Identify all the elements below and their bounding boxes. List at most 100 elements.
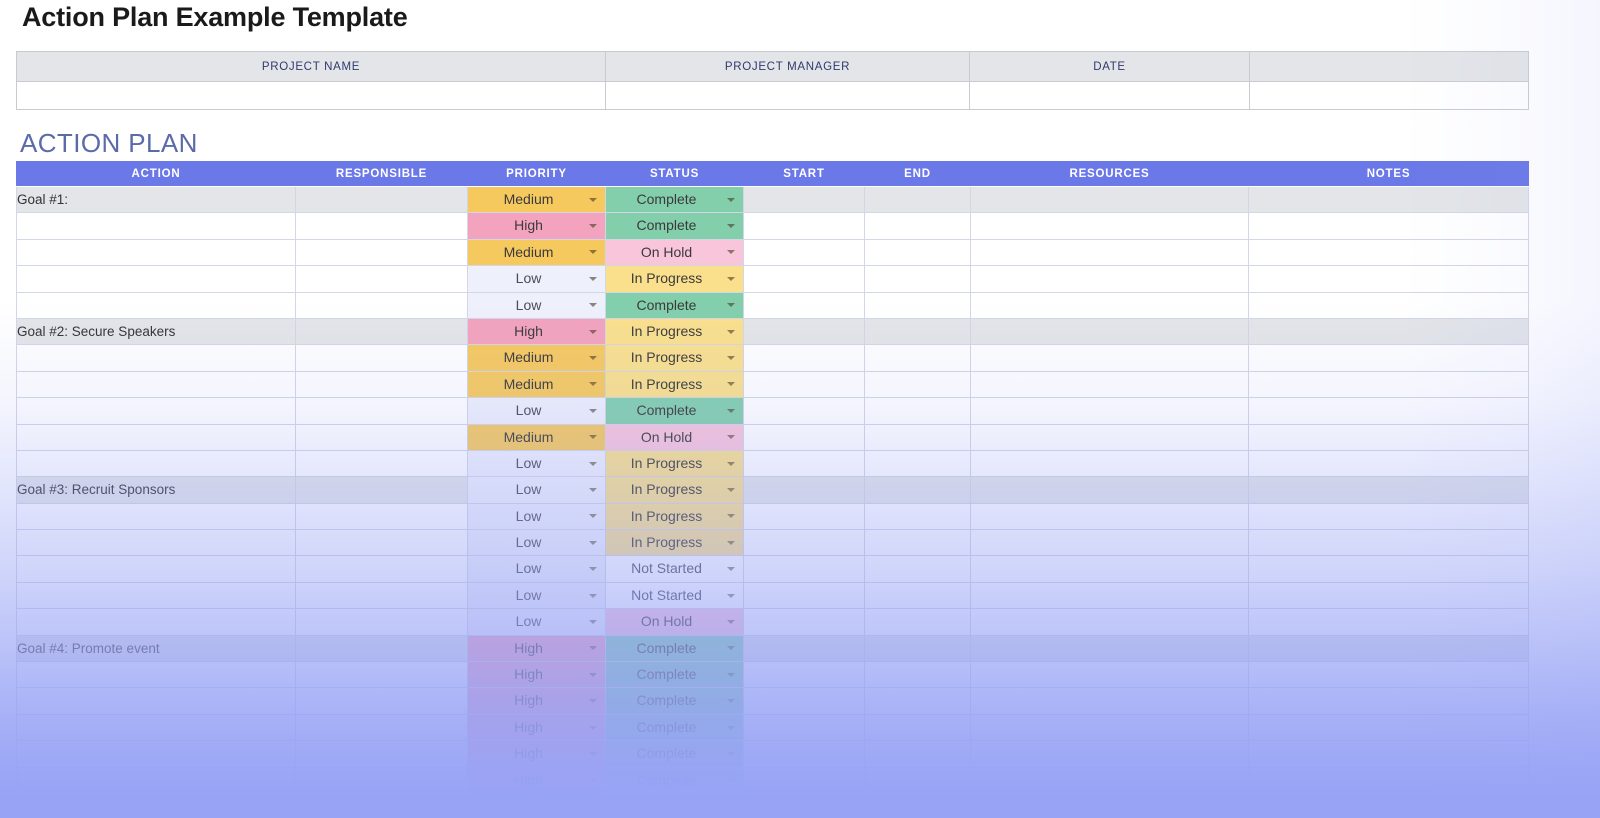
cell-notes[interactable]: [1248, 555, 1529, 583]
chevron-down-icon[interactable]: [589, 276, 597, 281]
cell-status[interactable]: In Progress: [605, 317, 744, 346]
chevron-down-icon[interactable]: [589, 646, 597, 651]
cell-priority[interactable]: High: [467, 687, 606, 715]
cell-status[interactable]: Not Started: [605, 581, 744, 610]
cell-responsible[interactable]: [295, 423, 468, 451]
cell-resources[interactable]: [970, 608, 1249, 636]
cell-start[interactable]: [743, 291, 865, 319]
chevron-down-icon[interactable]: [589, 356, 597, 361]
cell-notes[interactable]: [1248, 185, 1529, 214]
cell-priority[interactable]: Low: [467, 291, 606, 319]
cell-start[interactable]: [743, 185, 865, 214]
cell-notes[interactable]: [1248, 397, 1529, 425]
cell-priority[interactable]: High: [467, 713, 606, 742]
cell-status[interactable]: In Progress: [605, 265, 744, 293]
cell-action[interactable]: [16, 370, 296, 399]
cell-priority[interactable]: High: [467, 766, 606, 794]
cell-start[interactable]: [743, 713, 865, 742]
cell-resources[interactable]: [970, 317, 1249, 346]
cell-priority[interactable]: Medium: [467, 423, 606, 451]
cell-notes[interactable]: [1248, 449, 1529, 478]
chevron-down-icon[interactable]: [589, 778, 597, 783]
cell-start[interactable]: [743, 766, 865, 794]
cell-responsible[interactable]: [295, 766, 468, 794]
cell-priority[interactable]: High: [467, 317, 606, 346]
status-dropdown[interactable]: In Progress: [606, 503, 743, 530]
chevron-down-icon[interactable]: [589, 197, 597, 202]
cell-resources[interactable]: [970, 529, 1249, 557]
priority-dropdown[interactable]: Medium: [468, 345, 605, 371]
priority-dropdown[interactable]: High: [468, 213, 605, 239]
cell-status[interactable]: Complete: [605, 766, 744, 794]
chevron-down-icon[interactable]: [727, 276, 735, 281]
chevron-down-icon[interactable]: [589, 303, 597, 308]
chevron-down-icon[interactable]: [727, 487, 735, 492]
cell-status[interactable]: On Hold: [605, 238, 744, 267]
cell-notes[interactable]: [1248, 766, 1529, 794]
cell-priority[interactable]: Low: [467, 397, 606, 425]
cell-status[interactable]: Complete: [605, 185, 744, 214]
priority-dropdown[interactable]: Medium: [468, 187, 605, 213]
cell-end[interactable]: [864, 792, 971, 818]
column-header-responsible[interactable]: RESPONSIBLE: [295, 161, 468, 187]
priority-dropdown[interactable]: High: [468, 688, 605, 714]
cell-responsible[interactable]: [295, 449, 468, 478]
priority-dropdown[interactable]: High: [468, 767, 605, 793]
cell-end[interactable]: [864, 212, 971, 240]
column-header-start[interactable]: START: [743, 161, 865, 187]
chevron-down-icon[interactable]: [727, 356, 735, 361]
status-dropdown[interactable]: Complete: [606, 741, 743, 767]
cell-notes[interactable]: [1248, 661, 1529, 689]
cell-responsible[interactable]: [295, 634, 468, 663]
cell-resources[interactable]: [970, 291, 1249, 319]
cell-status[interactable]: In Progress: [605, 476, 744, 504]
cell-action[interactable]: [16, 265, 296, 293]
cell-priority[interactable]: Low: [467, 265, 606, 293]
cell-priority[interactable]: [467, 792, 606, 818]
cell-priority[interactable]: Low: [467, 581, 606, 610]
status-dropdown[interactable]: In Progress: [606, 266, 743, 292]
cell-notes[interactable]: [1248, 212, 1529, 240]
cell-start[interactable]: [743, 238, 865, 267]
chevron-down-icon[interactable]: [727, 461, 735, 466]
chevron-down-icon[interactable]: [727, 725, 735, 730]
info-value-date[interactable]: [969, 81, 1250, 110]
cell-notes[interactable]: [1248, 423, 1529, 451]
status-dropdown[interactable]: Complete: [606, 662, 743, 688]
chevron-down-icon[interactable]: [727, 224, 735, 229]
cell-responsible[interactable]: [295, 265, 468, 293]
cell-responsible[interactable]: [295, 502, 468, 531]
status-dropdown[interactable]: Complete: [606, 688, 743, 714]
cell-priority[interactable]: Medium: [467, 344, 606, 372]
cell-notes[interactable]: [1248, 344, 1529, 372]
cell-end[interactable]: [864, 766, 971, 794]
cell-start[interactable]: [743, 792, 865, 818]
cell-end[interactable]: [864, 661, 971, 689]
priority-dropdown[interactable]: Low: [468, 503, 605, 530]
chevron-down-icon[interactable]: [589, 408, 597, 413]
cell-end[interactable]: [864, 502, 971, 531]
cell-notes[interactable]: [1248, 291, 1529, 319]
cell-resources[interactable]: [970, 687, 1249, 715]
cell-status[interactable]: Complete: [605, 291, 744, 319]
cell-responsible[interactable]: [295, 397, 468, 425]
chevron-down-icon[interactable]: [727, 672, 735, 677]
chevron-down-icon[interactable]: [589, 540, 597, 545]
cell-notes[interactable]: [1248, 608, 1529, 636]
cell-end[interactable]: [864, 291, 971, 319]
column-header-status[interactable]: STATUS: [605, 161, 744, 187]
cell-status[interactable]: In Progress: [605, 370, 744, 399]
priority-dropdown[interactable]: High: [468, 741, 605, 767]
cell-end[interactable]: [864, 555, 971, 583]
cell-start[interactable]: [743, 634, 865, 663]
cell-end[interactable]: [864, 370, 971, 399]
cell-priority[interactable]: High: [467, 634, 606, 663]
cell-action[interactable]: Goal #4: Promote event: [16, 634, 296, 663]
cell-end[interactable]: [864, 344, 971, 372]
cell-action[interactable]: [16, 687, 296, 715]
cell-status[interactable]: Complete: [605, 687, 744, 715]
info-value-blank[interactable]: [1249, 81, 1529, 110]
cell-end[interactable]: [864, 317, 971, 346]
status-dropdown[interactable]: Not Started: [606, 556, 743, 581]
chevron-down-icon[interactable]: [589, 699, 597, 704]
